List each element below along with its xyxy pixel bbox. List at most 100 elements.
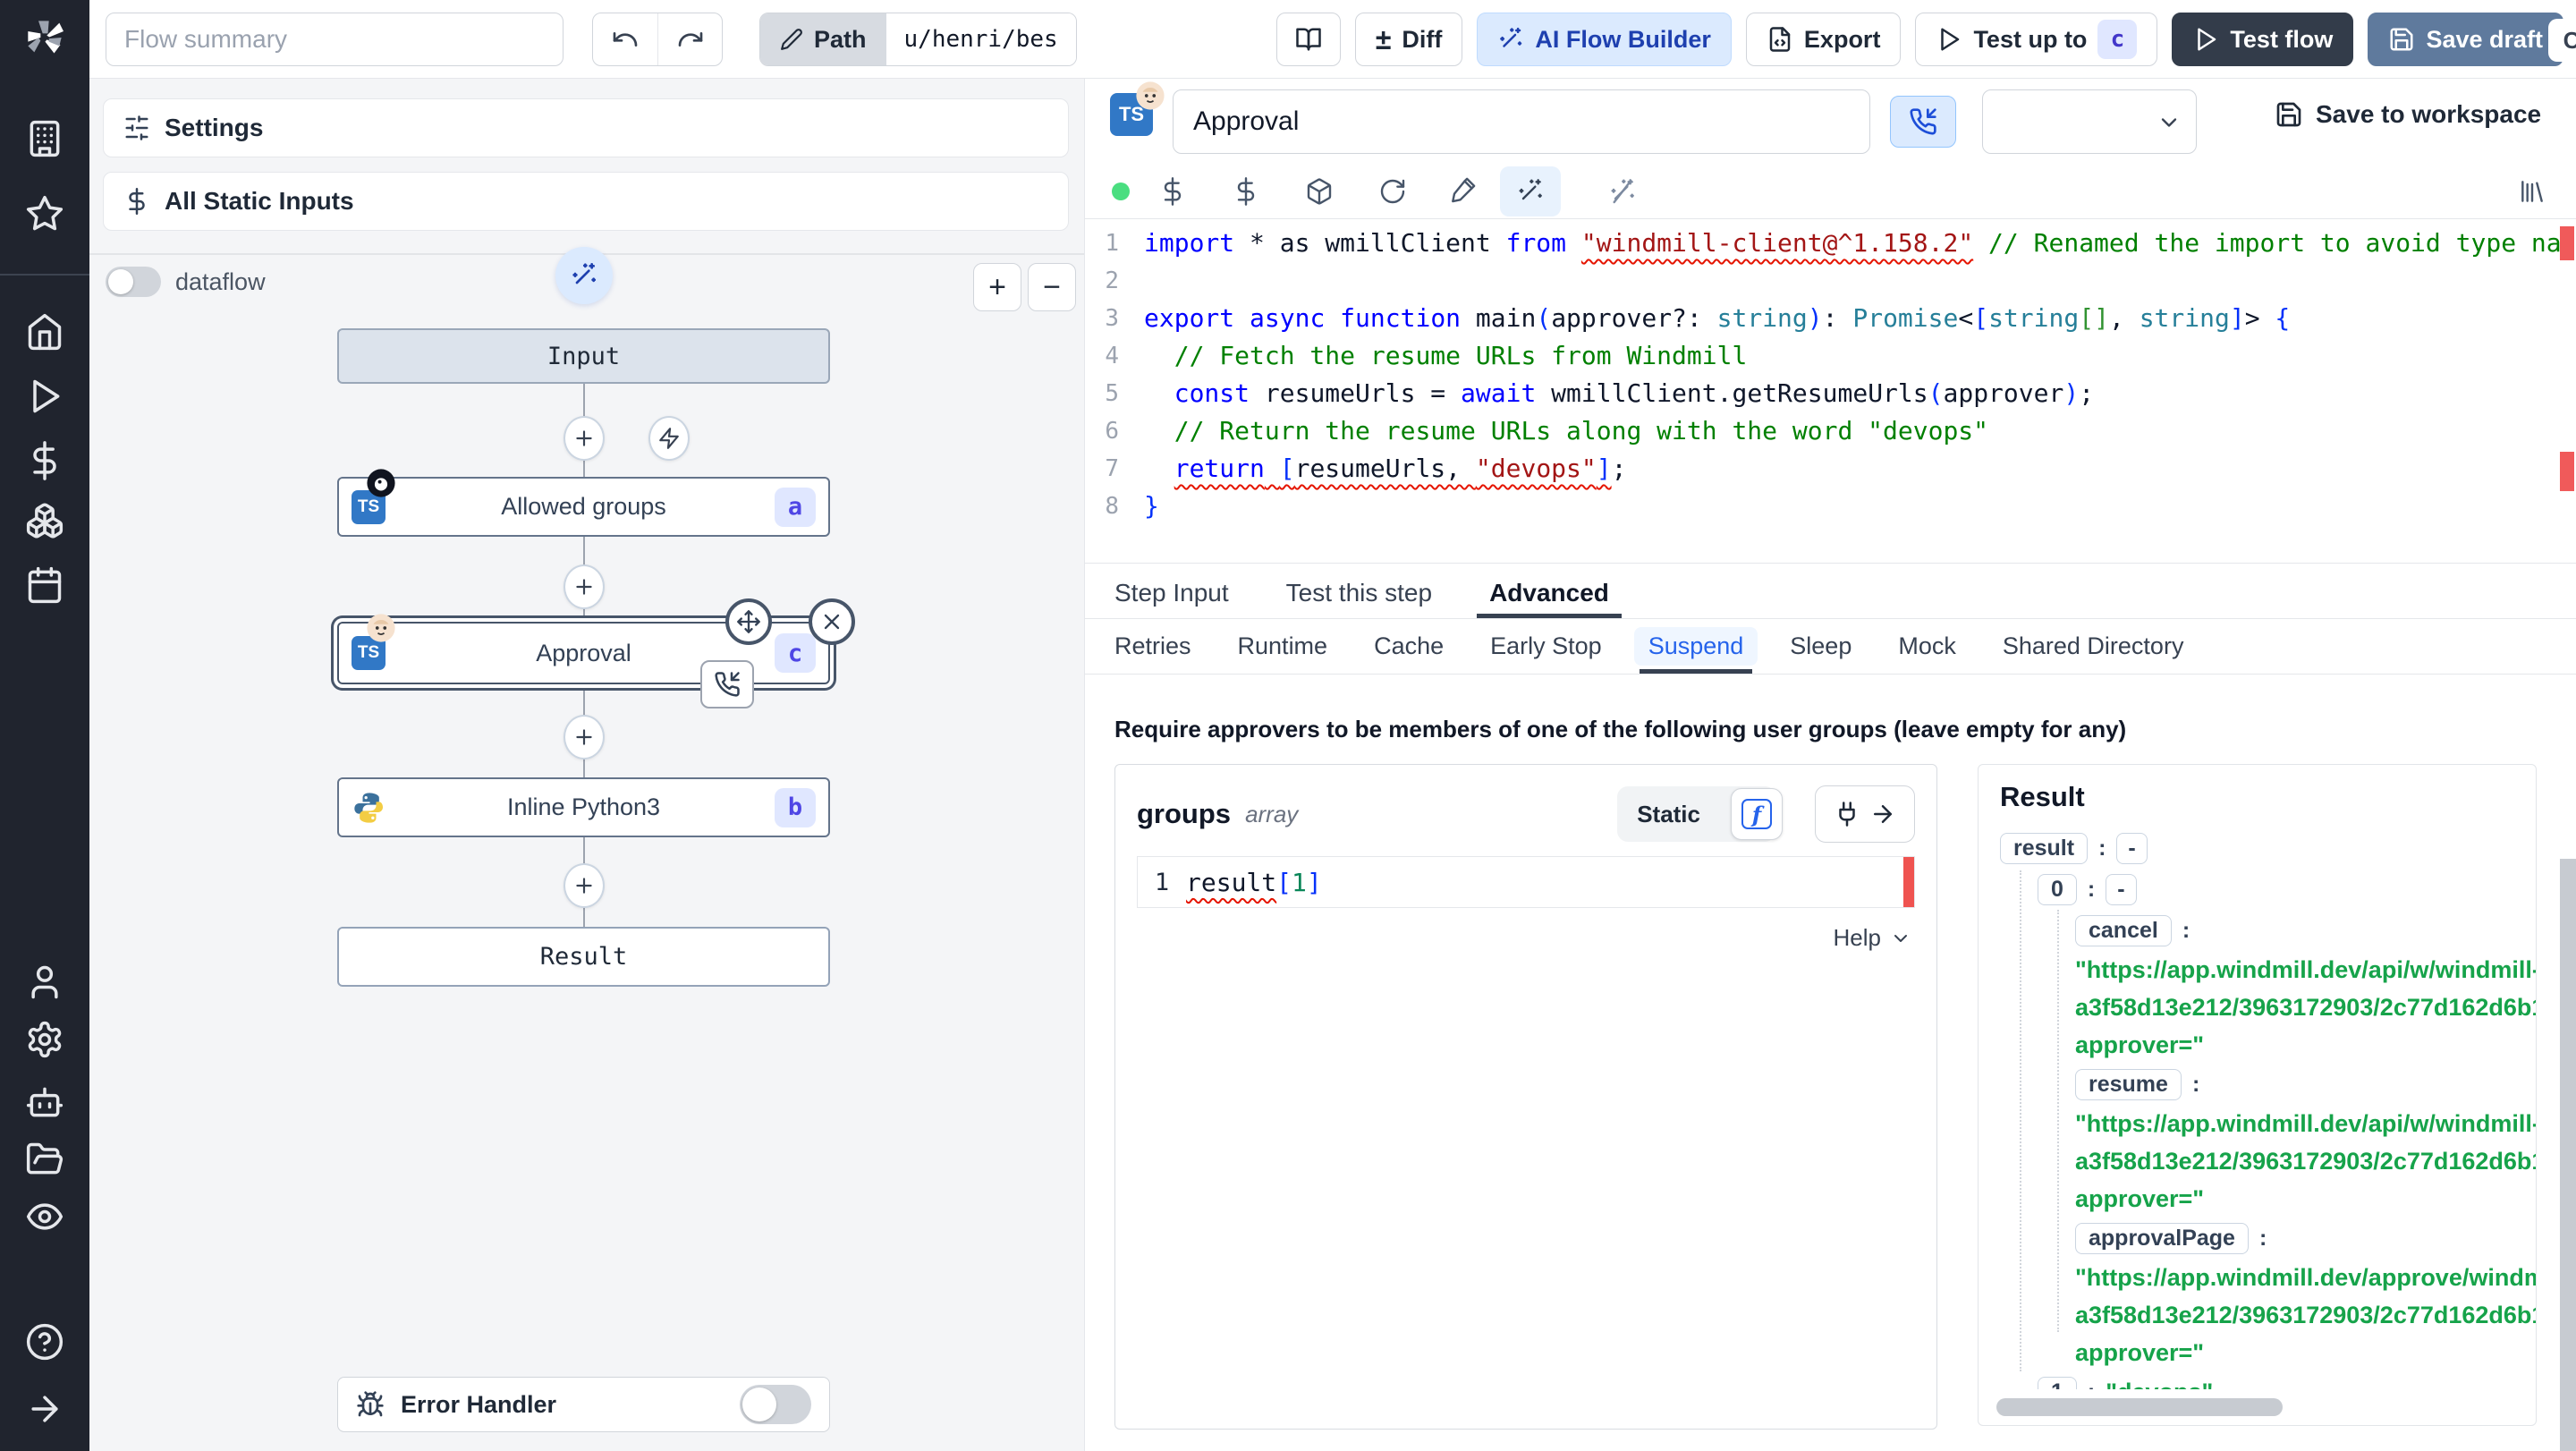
ai-flow-builder-button[interactable]: AI Flow Builder: [1477, 13, 1732, 66]
subtab-early-stop[interactable]: Early Stop: [1490, 619, 1602, 674]
windmill-logo-icon[interactable]: [20, 13, 70, 63]
code-token: "windmill-client@^1.158.2": [1580, 228, 1974, 258]
resources-icon[interactable]: [25, 501, 64, 540]
format-brush-icon-button[interactable]: [1442, 172, 1481, 211]
ai-assist-button[interactable]: [555, 247, 613, 304]
test-up-to-button[interactable]: Test up to c: [1915, 13, 2158, 66]
ai-wand-off-icon-button[interactable]: [1603, 172, 1642, 211]
result-key-pill[interactable]: result: [2000, 832, 2089, 864]
flow-node-input[interactable]: Input: [337, 328, 830, 384]
collapse-toggle[interactable]: -: [2116, 832, 2148, 864]
ai-wand-icon-button[interactable]: [1500, 166, 1561, 216]
code-line[interactable]: 1 import * as wmillClient from "windmill-…: [1085, 225, 2576, 262]
export-button[interactable]: Export: [1745, 13, 1902, 66]
suspend-approval-indicator[interactable]: [700, 660, 754, 709]
collapse-toggle[interactable]: -: [2106, 873, 2137, 905]
code-line[interactable]: 8}: [1085, 488, 2576, 525]
zoom-in-button[interactable]: +: [973, 263, 1021, 311]
dataflow-toggle[interactable]: [106, 267, 161, 297]
subtab-sleep[interactable]: Sleep: [1790, 619, 1852, 674]
subtab-runtime[interactable]: Runtime: [1238, 619, 1328, 674]
save-draft-button[interactable]: Save draft C: [2368, 13, 2576, 66]
home-icon[interactable]: [25, 312, 64, 352]
flow-node-result[interactable]: Result: [337, 927, 830, 987]
horizontal-scrollbar-thumb[interactable]: [1996, 1398, 2283, 1416]
library-icon-button[interactable]: [2512, 172, 2552, 211]
help-toggle[interactable]: Help: [1834, 924, 1911, 952]
static-mode-control[interactable]: Static f: [1617, 786, 1783, 842]
variables-icon-button[interactable]: [1153, 172, 1192, 211]
add-step-button[interactable]: [564, 416, 605, 461]
test-flow-button[interactable]: Test flow: [2172, 13, 2354, 66]
runs-icon[interactable]: [25, 377, 64, 416]
result-key-pill[interactable]: approvalPage: [2075, 1222, 2249, 1254]
folders-icon[interactable]: [25, 1140, 64, 1179]
delete-step-button[interactable]: [809, 598, 855, 645]
subtab-suspend[interactable]: Suspend: [1633, 619, 1758, 674]
tab-test-this-step[interactable]: Test this step: [1286, 567, 1432, 618]
flow-settings-button[interactable]: Settings: [103, 98, 1069, 157]
path-value[interactable]: u/henri/bes: [886, 13, 1076, 65]
code-editor[interactable]: 1 import * as wmillClient from "windmill-…: [1085, 218, 2576, 564]
error-handler-toggle[interactable]: [740, 1385, 811, 1424]
variables-icon[interactable]: [25, 441, 64, 480]
help-icon[interactable]: [25, 1322, 64, 1362]
vertical-scrollbar-thumb[interactable]: [2560, 859, 2576, 1451]
all-static-inputs-button[interactable]: All Static Inputs: [103, 172, 1069, 231]
add-step-button[interactable]: [564, 715, 605, 759]
expand-sidebar-icon[interactable]: [25, 1389, 64, 1429]
add-trigger-button[interactable]: [648, 416, 690, 461]
move-step-handle[interactable]: [725, 598, 772, 645]
flow-summary-input[interactable]: [106, 13, 564, 66]
code-line[interactable]: 7 return [resumeUrls, "devops"];: [1085, 450, 2576, 488]
flow-node-allowed-groups[interactable]: TS Allowed groups a: [337, 469, 830, 537]
workspace-icon[interactable]: [25, 119, 64, 158]
docs-button[interactable]: [1275, 13, 1341, 66]
code-line[interactable]: 5 const resumeUrls = await wmillClient.g…: [1085, 375, 2576, 412]
package-icon-button[interactable]: [1300, 172, 1339, 211]
connect-input-button[interactable]: [1815, 785, 1915, 843]
result-key-pill[interactable]: cancel: [2075, 914, 2172, 946]
subtab-cache[interactable]: Cache: [1374, 619, 1444, 674]
diff-button[interactable]: ± Diff: [1354, 13, 1463, 66]
expression-mode-button[interactable]: f: [1731, 788, 1783, 840]
add-step-button[interactable]: [564, 863, 605, 908]
diff-icon: ±: [1375, 22, 1392, 55]
tab-step-input[interactable]: Step Input: [1114, 567, 1229, 618]
tab-advanced[interactable]: Advanced: [1477, 567, 1622, 618]
template-select[interactable]: [1982, 89, 2197, 154]
code-line[interactable]: 2: [1085, 262, 2576, 300]
add-step-button[interactable]: [564, 564, 605, 609]
subtab-shared-directory[interactable]: Shared Directory: [2003, 619, 2184, 674]
step-title-input[interactable]: [1173, 89, 1870, 154]
audit-eye-icon[interactable]: [25, 1197, 64, 1236]
flow-node-inline-python[interactable]: Inline Python3 b: [337, 777, 830, 837]
schedules-icon[interactable]: [25, 565, 64, 605]
code-line[interactable]: 3 export async function main(approver?: s…: [1085, 300, 2576, 337]
zoom-out-button[interactable]: −: [1028, 263, 1076, 311]
subtab-retries[interactable]: Retries: [1114, 619, 1191, 674]
error-handler-label: Error Handler: [401, 1390, 557, 1418]
code-line[interactable]: 4 // Fetch the resume URLs from Windmill: [1085, 337, 2576, 375]
result-key-pill[interactable]: resume: [2075, 1068, 2182, 1100]
resources-icon-button[interactable]: [1226, 172, 1266, 211]
edit-path-button[interactable]: Path: [760, 13, 886, 65]
result-key-pill[interactable]: 0: [2038, 873, 2077, 905]
settings-gear-icon[interactable]: [25, 1020, 64, 1059]
user-icon[interactable]: [25, 963, 64, 1002]
code-line[interactable]: 6 // Return the resume URLs along with t…: [1085, 412, 2576, 450]
reload-icon-button[interactable]: [1373, 172, 1412, 211]
result-key-pill[interactable]: 1: [2038, 1376, 2077, 1389]
workers-bot-icon[interactable]: [25, 1082, 64, 1122]
redo-button[interactable]: [657, 13, 722, 65]
groups-expression-editor[interactable]: 1 result[1]: [1137, 856, 1915, 908]
suspend-phone-button[interactable]: [1890, 96, 1956, 148]
undo-button[interactable]: [593, 13, 657, 65]
subtab-mock[interactable]: Mock: [1898, 619, 1956, 674]
save-to-workspace-button[interactable]: Save to workspace: [2275, 100, 2541, 129]
favorites-icon[interactable]: [25, 194, 64, 233]
code-token: * as wmillClient: [1234, 228, 1506, 258]
redo-icon: [678, 31, 702, 47]
